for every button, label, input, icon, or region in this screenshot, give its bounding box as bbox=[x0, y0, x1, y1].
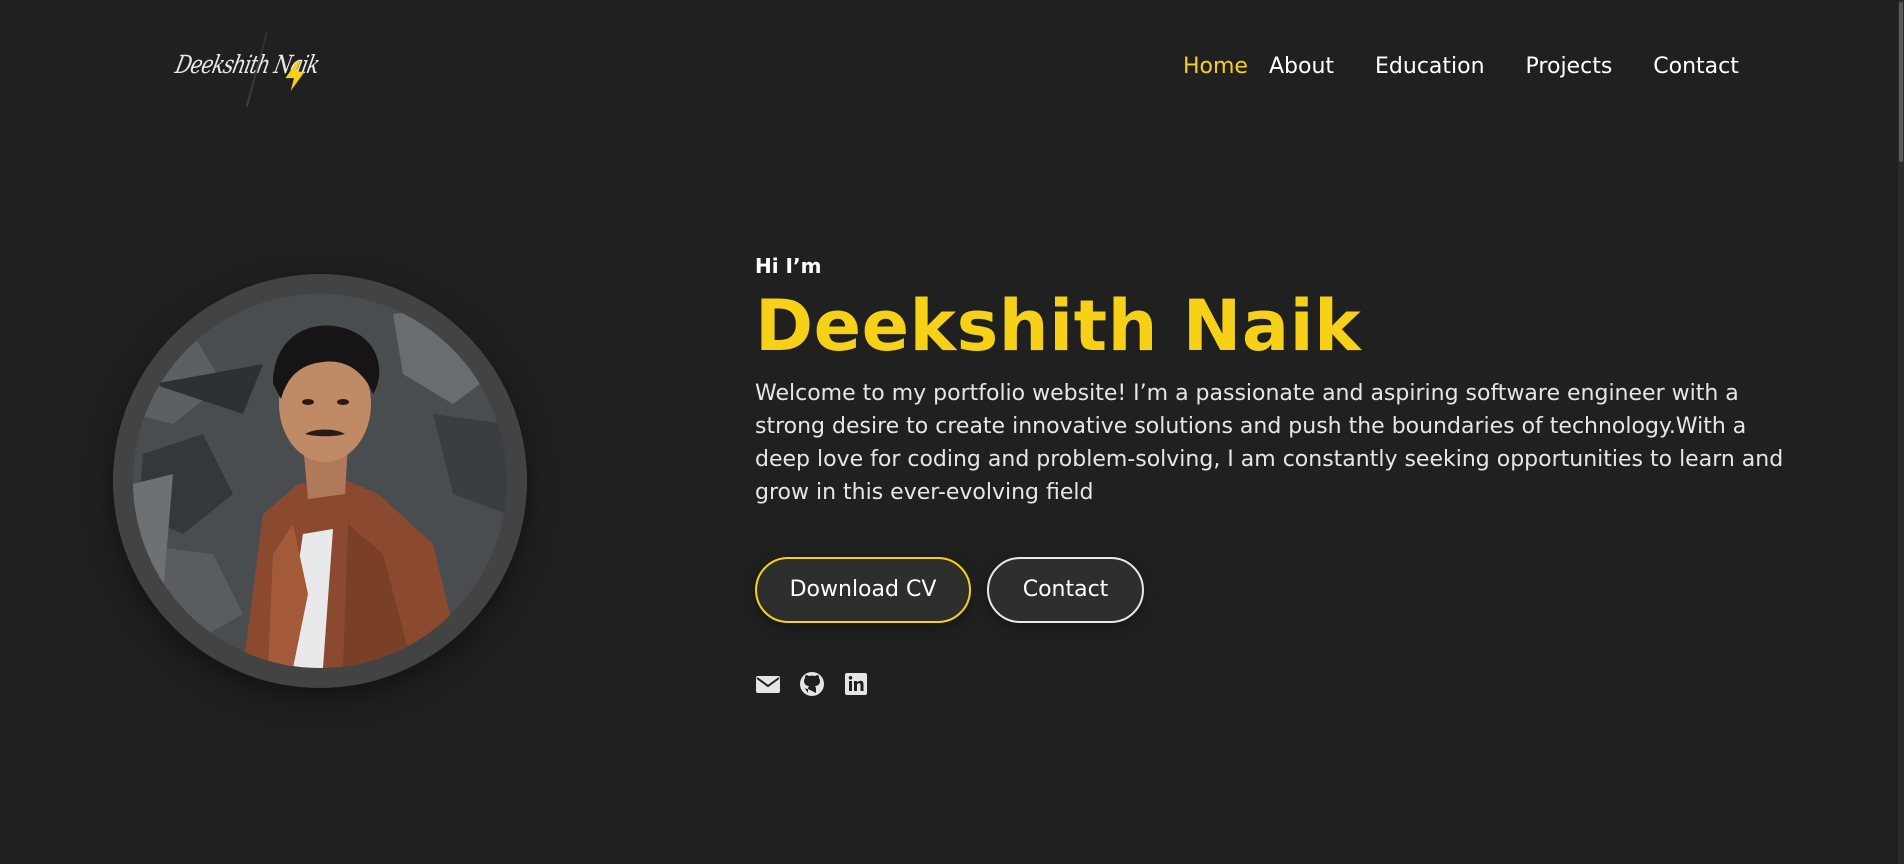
hero-name: Deekshith Naik bbox=[755, 285, 1362, 367]
page-scrollbar[interactable] bbox=[1898, 0, 1904, 864]
lightning-bolt-icon bbox=[285, 61, 305, 91]
scrollbar-thumb[interactable] bbox=[1899, 2, 1903, 162]
nav-link-education[interactable]: Education bbox=[1375, 54, 1485, 79]
greeting-text: Hi I’m bbox=[755, 254, 822, 278]
nav-link-about[interactable]: About bbox=[1269, 54, 1334, 79]
github-icon[interactable] bbox=[799, 671, 825, 697]
profile-photo-illustration bbox=[133, 294, 507, 668]
linkedin-icon[interactable] bbox=[843, 671, 869, 697]
contact-button[interactable]: Contact bbox=[987, 556, 1144, 623]
social-links bbox=[755, 671, 1795, 697]
portfolio-page: Deekshith Naik Home About Education Proj… bbox=[0, 0, 1904, 864]
download-cv-button[interactable]: Download CV bbox=[755, 556, 971, 623]
nav-link-contact[interactable]: Contact bbox=[1653, 54, 1739, 79]
site-logo[interactable]: Deekshith Naik bbox=[173, 30, 326, 110]
main-nav: Home About Education Projects Contact bbox=[1183, 54, 1739, 79]
hero-section: Hi I’m Deekshith Naik Welcome to my port… bbox=[755, 254, 1795, 697]
profile-photo-frame bbox=[113, 274, 527, 688]
nav-link-projects[interactable]: Projects bbox=[1526, 54, 1613, 79]
intro-paragraph: Welcome to my portfolio website! I’m a p… bbox=[755, 380, 1784, 505]
envelope-icon[interactable] bbox=[755, 671, 781, 697]
nav-link-home[interactable]: Home bbox=[1183, 54, 1248, 79]
hero-actions: Download CV Contact bbox=[755, 556, 1795, 623]
profile-photo bbox=[133, 294, 507, 668]
